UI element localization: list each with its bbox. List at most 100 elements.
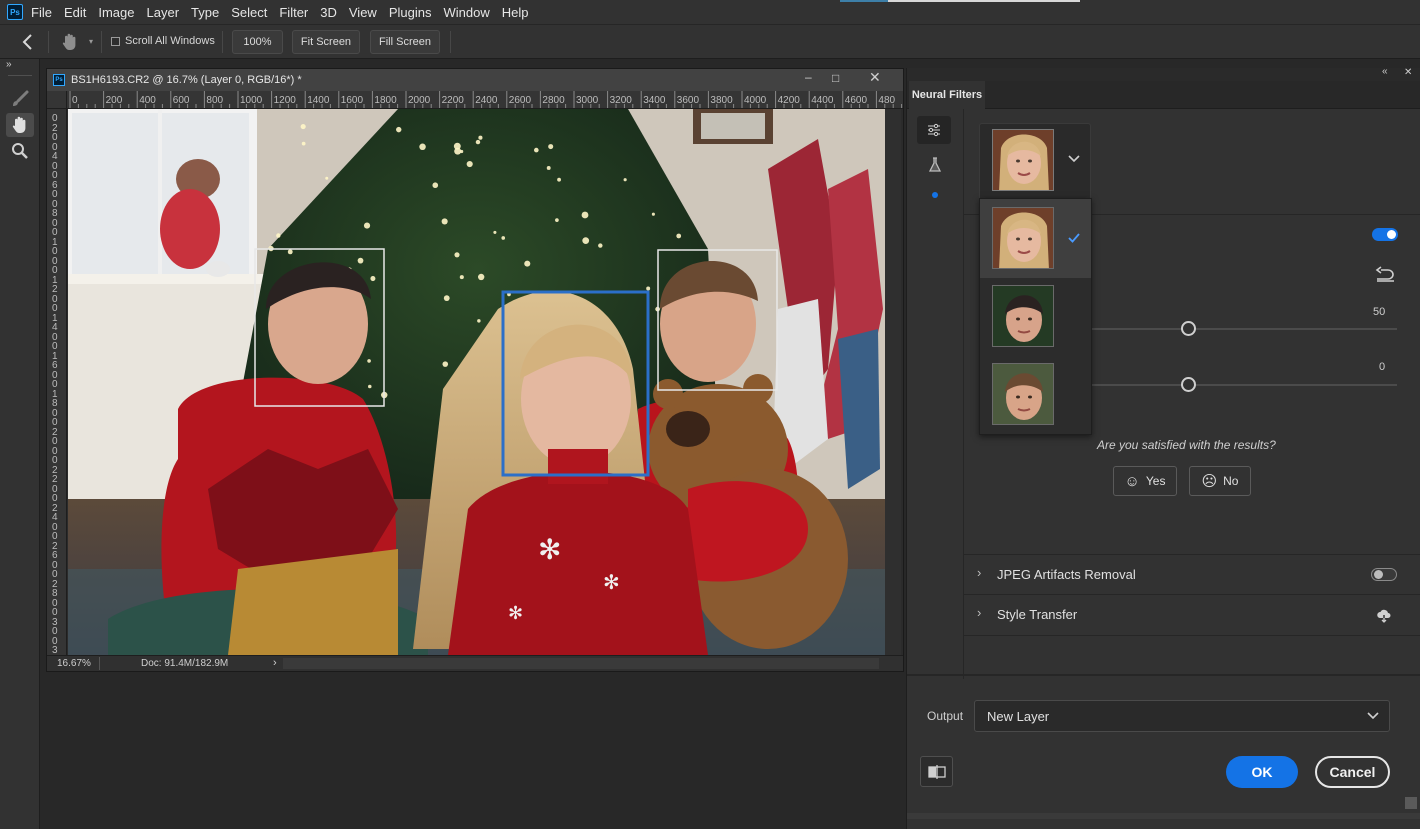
selected-face-thumb xyxy=(992,129,1054,191)
feedback-yes-button[interactable]: ☺ Yes xyxy=(1113,466,1177,496)
smile-icon: ☺ xyxy=(1124,472,1140,490)
fit-screen-button[interactable]: Fit Screen xyxy=(292,30,360,54)
menu-filter[interactable]: Filter xyxy=(279,5,308,20)
face-option-2[interactable] xyxy=(980,278,1091,356)
cloud-download-icon[interactable] xyxy=(1376,609,1392,623)
tree-light xyxy=(443,295,450,302)
slider-1-knob[interactable] xyxy=(1181,321,1196,336)
ruler-origin[interactable] xyxy=(47,91,67,109)
resize-grip[interactable] xyxy=(1405,797,1417,809)
face-selector[interactable] xyxy=(979,123,1091,201)
chevron-right-icon[interactable]: › xyxy=(977,605,981,620)
slider-2-knob[interactable] xyxy=(1181,377,1196,392)
beta-flask-icon[interactable] xyxy=(928,157,942,173)
ruler-h-label: 4200 xyxy=(777,95,800,106)
ruler-h-label: 2400 xyxy=(475,95,498,106)
reset-icon[interactable] xyxy=(1375,266,1395,282)
collapse-icon[interactable]: « xyxy=(1382,66,1388,77)
horizontal-ruler[interactable]: 0 200 400 600 800 1000 1200 1400 1600 1800 2000 220… xyxy=(67,91,903,109)
menu-3d[interactable]: 3D xyxy=(320,5,337,20)
ruler-h-label: 2000 xyxy=(408,95,431,106)
brush-tool[interactable] xyxy=(6,87,34,111)
panel-scrollbar[interactable] xyxy=(907,813,1420,819)
face-option-1[interactable] xyxy=(980,199,1091,278)
slider-2-track[interactable] xyxy=(1092,384,1397,386)
face-thumb-boy-left xyxy=(992,285,1054,347)
panel-header-strip: « ✕ xyxy=(907,66,1420,81)
cancel-button[interactable]: Cancel xyxy=(1315,756,1390,788)
status-dot xyxy=(932,192,938,198)
slider-1-track[interactable] xyxy=(1092,328,1397,330)
menu-image[interactable]: Image xyxy=(98,5,134,20)
filter-row-style-transfer[interactable]: › Style Transfer xyxy=(963,595,1420,635)
tree-light xyxy=(478,135,483,140)
tree-light xyxy=(501,236,506,240)
back-icon[interactable] xyxy=(20,33,36,51)
menu-plugins[interactable]: Plugins xyxy=(389,5,432,20)
chevron-right-icon[interactable]: › xyxy=(977,565,981,580)
filter-enabled-toggle[interactable] xyxy=(1372,228,1398,241)
chevron-right-icon[interactable]: › xyxy=(273,657,277,669)
document-window: Ps BS1H6193.CR2 @ 16.7% (Layer 0, RGB/16… xyxy=(46,68,904,672)
ruler-h-label: 600 xyxy=(172,95,190,106)
menu-view[interactable]: View xyxy=(349,5,377,20)
ruler-h-label: 2200 xyxy=(441,95,464,106)
close-icon[interactable]: ✕ xyxy=(869,69,881,86)
feedback-no-button[interactable]: ☹ No xyxy=(1189,466,1251,496)
tree-light xyxy=(582,237,590,244)
divider xyxy=(907,674,1420,676)
chevron-down-icon[interactable]: ▾ xyxy=(89,37,93,46)
menu-layer[interactable]: Layer xyxy=(147,5,180,20)
tree-light xyxy=(478,273,485,281)
hand-tool-icon[interactable] xyxy=(61,32,79,52)
tree-light xyxy=(557,177,561,182)
zoom-icon xyxy=(12,143,28,159)
menu-file[interactable]: File xyxy=(31,5,52,20)
tree-light xyxy=(524,260,531,267)
hand-tool[interactable] xyxy=(6,113,34,137)
maximize-icon[interactable]: □ xyxy=(832,71,839,85)
fill-screen-button[interactable]: Fill Screen xyxy=(370,30,440,54)
zoom-100-button[interactable]: 100% xyxy=(232,30,283,54)
horizontal-scrollbar[interactable] xyxy=(283,658,879,669)
document-tab[interactable]: Ps BS1H6193.CR2 @ 16.7% (Layer 0, RGB/16… xyxy=(47,69,903,91)
ruler-h-label: 3000 xyxy=(576,95,599,106)
ruler-h-label: 480 xyxy=(878,95,896,106)
menu-window[interactable]: Window xyxy=(443,5,489,20)
face-option-3[interactable] xyxy=(980,356,1091,434)
document-title: BS1H6193.CR2 @ 16.7% (Layer 0, RGB/16*) … xyxy=(71,74,302,86)
face-thumb-girl xyxy=(992,207,1054,269)
separator xyxy=(48,31,49,53)
options-bar: ▾ Scroll All Windows 100% Fit Screen Fil… xyxy=(0,24,1420,59)
output-select[interactable]: New Layer xyxy=(974,700,1390,732)
close-panel-icon[interactable]: ✕ xyxy=(1404,67,1412,78)
menu-select[interactable]: Select xyxy=(231,5,267,20)
photo-canvas[interactable]: ✻ ✻ ✻ xyxy=(68,109,885,655)
ok-button[interactable]: OK xyxy=(1226,756,1298,788)
family-photo: ✻ ✻ ✻ xyxy=(68,109,885,655)
preview-toggle-button[interactable] xyxy=(920,756,953,787)
compare-icon xyxy=(927,764,946,779)
scroll-all-windows-checkbox[interactable] xyxy=(111,37,120,46)
menu-help[interactable]: Help xyxy=(502,5,529,20)
minimize-icon[interactable]: – xyxy=(805,70,812,84)
tree-light xyxy=(459,275,464,280)
ruler-h-label: 1800 xyxy=(374,95,397,106)
tab-neural-filters[interactable]: Neural Filters xyxy=(909,81,985,109)
photoshop-logo: Ps xyxy=(7,4,23,20)
feedback-yes-label: Yes xyxy=(1145,474,1166,488)
scroll-all-windows-label: Scroll All Windows xyxy=(125,35,215,47)
separator xyxy=(450,31,451,53)
expand-icon[interactable]: » xyxy=(6,59,12,70)
all-filters-button[interactable] xyxy=(917,116,951,144)
menu-edit[interactable]: Edit xyxy=(64,5,86,20)
zoom-tool[interactable] xyxy=(6,139,34,163)
jpeg-artifacts-toggle[interactable] xyxy=(1371,568,1397,581)
vertical-scrollbar[interactable] xyxy=(885,109,901,655)
menu-type[interactable]: Type xyxy=(191,5,219,20)
vertical-ruler[interactable]: 0200400600800100012001400160018002000220… xyxy=(47,109,67,655)
zoom-level[interactable]: 16.67% xyxy=(57,658,91,669)
filter-row-jpeg[interactable]: › JPEG Artifacts Removal xyxy=(963,555,1420,594)
feedback-question: Are you satisfied with the results? xyxy=(1097,438,1276,452)
ruler-h-label: 3200 xyxy=(609,95,632,106)
